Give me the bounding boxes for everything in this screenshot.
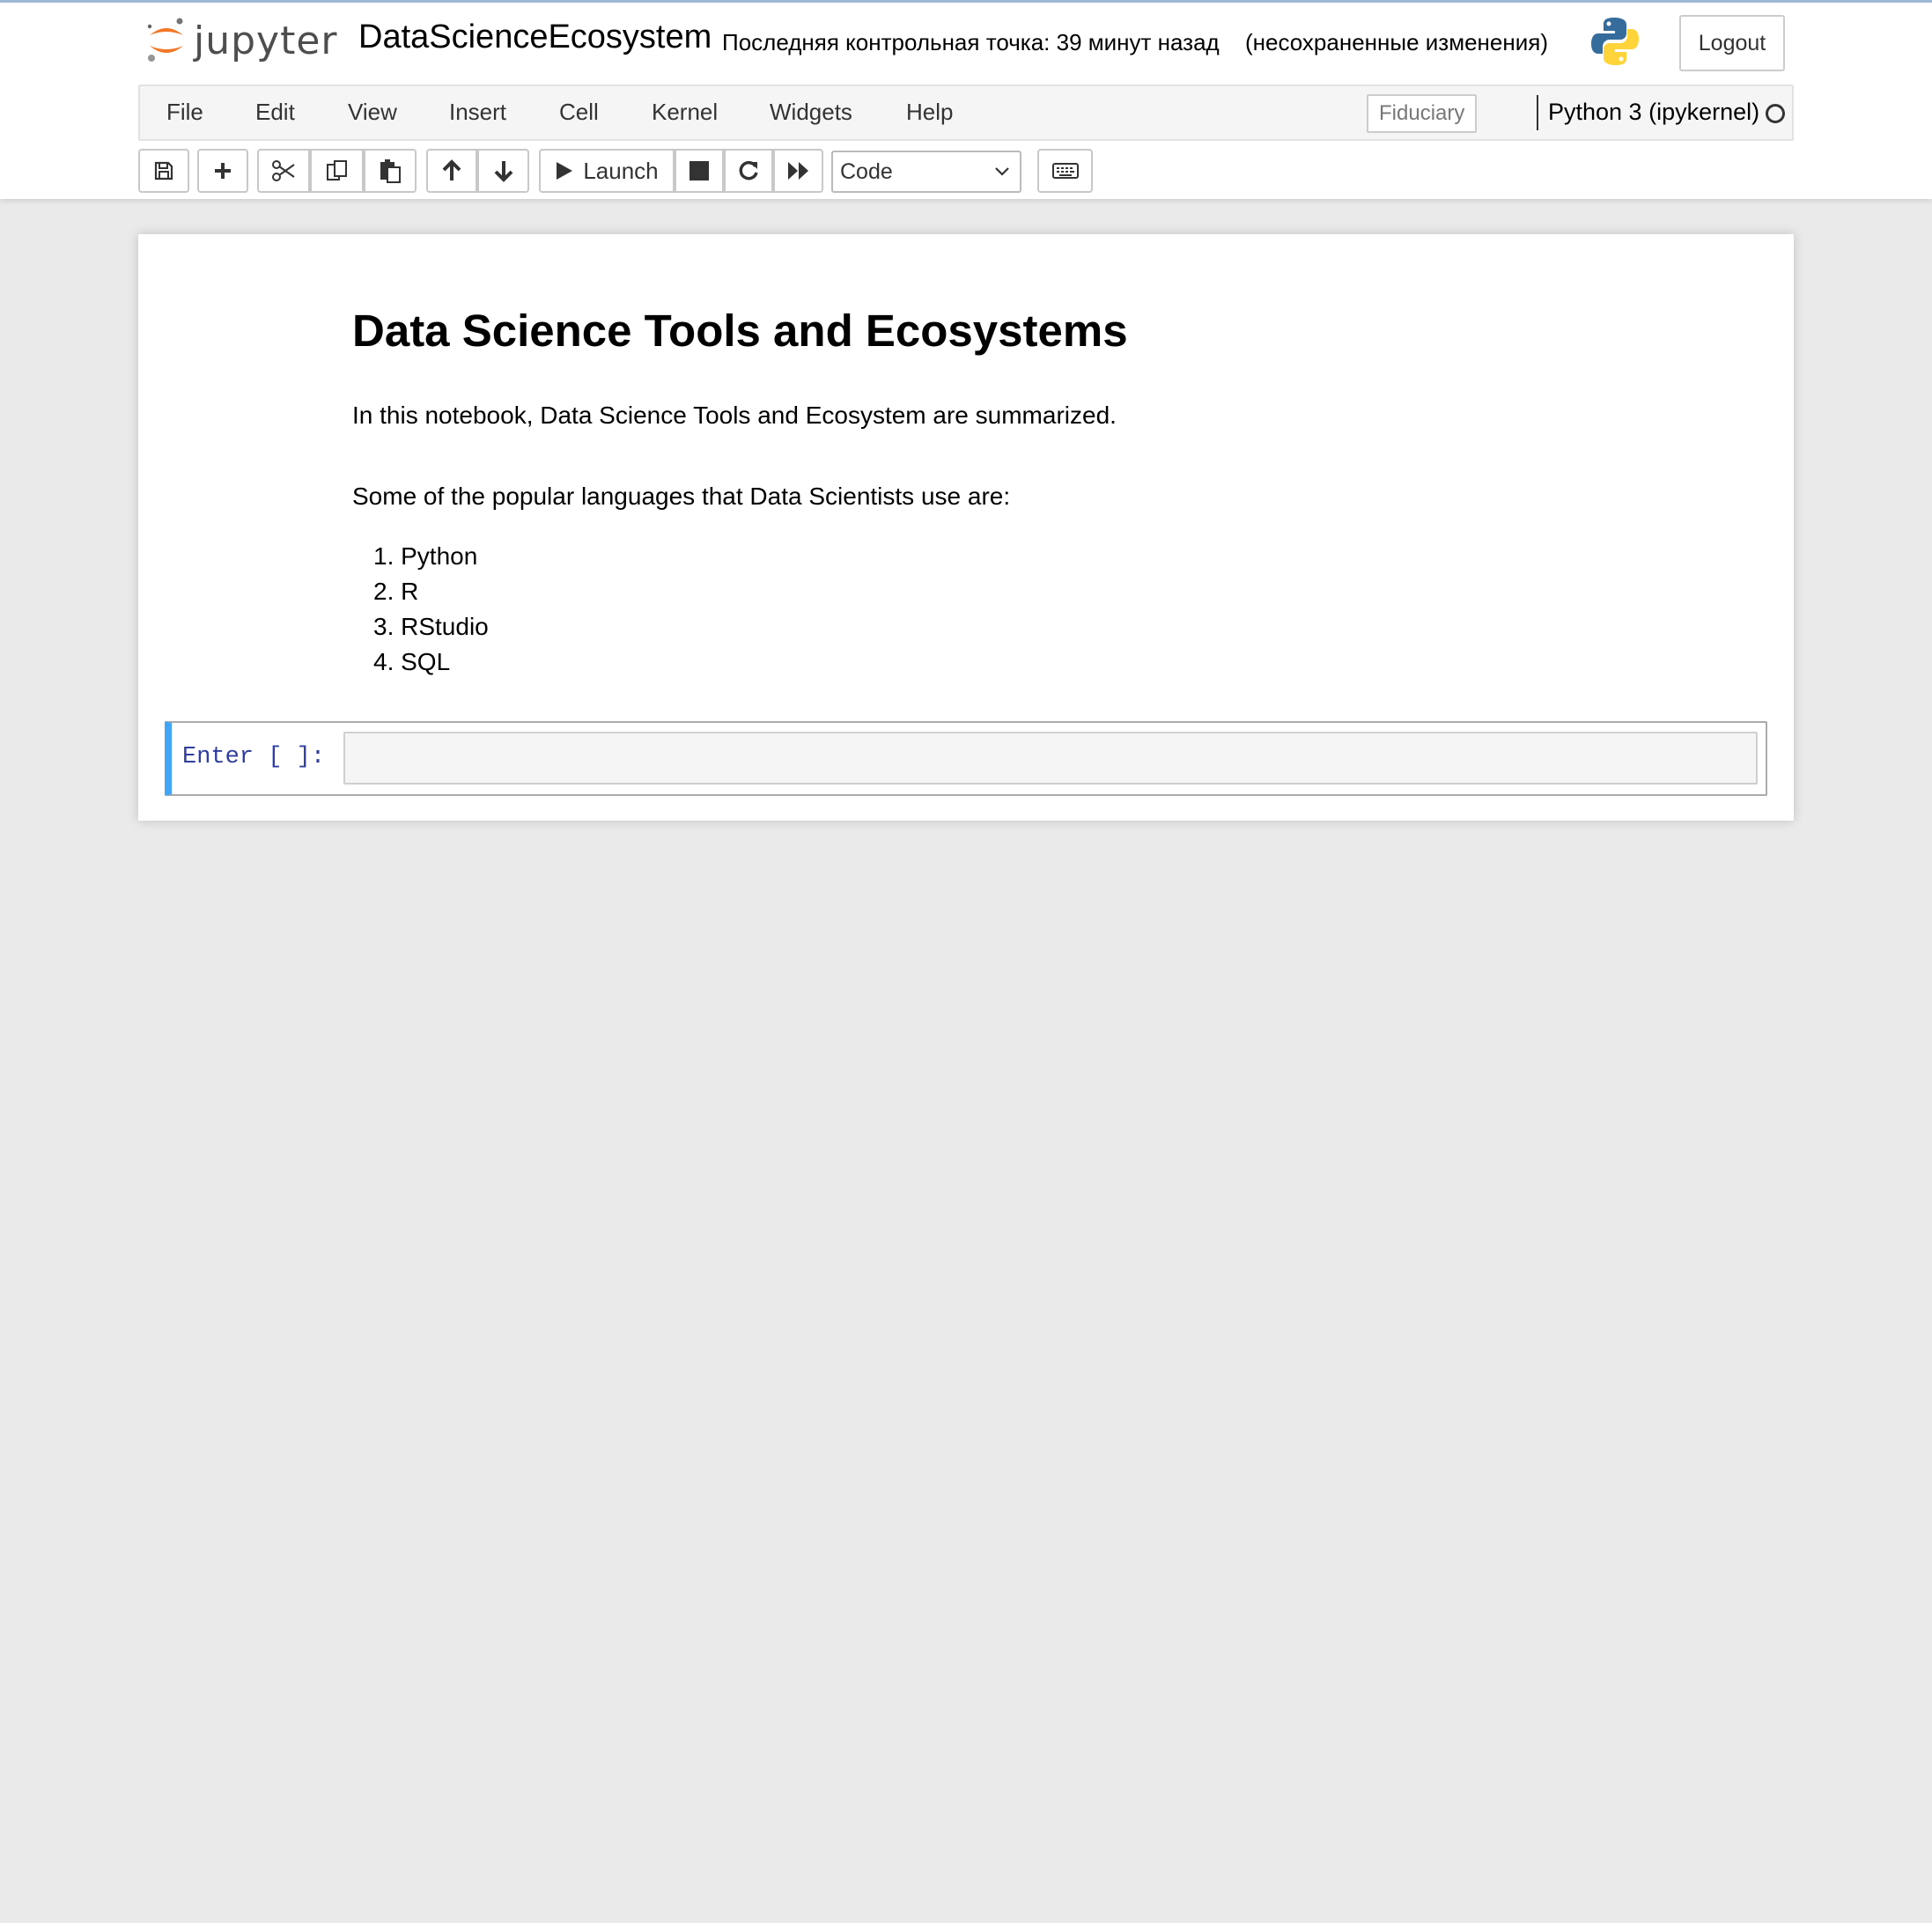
python-logo-icon (1589, 15, 1641, 72)
logout-button[interactable]: Logout (1679, 15, 1785, 71)
copy-icon (326, 160, 347, 181)
restart-button[interactable] (724, 149, 773, 193)
menu-help[interactable]: Help (906, 99, 953, 126)
chevron-down-icon (995, 167, 1009, 176)
cell-type-value: Code (840, 158, 893, 184)
plus-icon (215, 163, 231, 179)
run-button-label: Launch (583, 157, 659, 184)
menu-view[interactable]: View (348, 99, 397, 126)
autosave-status: (несохраненные изменения) (1245, 29, 1548, 55)
menu-insert[interactable]: Insert (449, 99, 506, 126)
list-item: 3. RStudio (373, 613, 489, 640)
menu-widgets[interactable]: Widgets (770, 99, 852, 126)
menu-kernel[interactable]: Kernel (652, 99, 718, 126)
markdown-languages-intro: Some of the popular languages that Data … (352, 483, 1011, 510)
cell-type-select[interactable]: Code (831, 151, 1021, 193)
code-cell[interactable]: Enter [ ]: (165, 721, 1767, 796)
menubar: File Edit View Insert Cell Kernel Widget… (138, 85, 1794, 141)
restart-icon (739, 160, 758, 181)
list-item: 4. SQL (373, 648, 451, 675)
list-item: 2. R (373, 578, 419, 605)
insert-cell-button[interactable] (197, 149, 248, 193)
copy-button[interactable] (310, 149, 364, 193)
save-icon (154, 161, 173, 181)
move-up-button[interactable] (426, 149, 477, 193)
interrupt-button[interactable] (675, 149, 724, 193)
stop-icon (689, 161, 709, 181)
paste-button[interactable] (364, 149, 417, 193)
kernel-name[interactable]: Python 3 (ipykernel) (1548, 99, 1759, 126)
save-button[interactable] (138, 149, 189, 193)
jupyter-logo-text: jupyter (194, 18, 338, 63)
scissors-icon (272, 160, 295, 181)
notebook-container: Data Science Tools and Ecosystems In thi… (138, 234, 1794, 821)
code-cell-input[interactable] (343, 732, 1758, 785)
cut-button[interactable] (257, 149, 310, 193)
jupyter-logo[interactable]: jupyter (144, 15, 338, 66)
notebook-header: jupyter DataScienceEcosystem Последняя к… (0, 0, 1932, 199)
kernel-separator (1537, 95, 1538, 130)
markdown-intro: In this notebook, Data Science Tools and… (352, 402, 1117, 429)
menu-edit[interactable]: Edit (255, 99, 295, 126)
command-palette-button[interactable] (1037, 149, 1093, 193)
move-down-button[interactable] (477, 149, 529, 193)
menu-cell[interactable]: Cell (559, 99, 599, 126)
list-item: 1. Python (373, 542, 478, 570)
arrow-up-icon (442, 159, 461, 181)
run-button[interactable]: Launch (539, 149, 675, 193)
input-prompt: Enter [ ]: (182, 744, 326, 770)
fast-forward-icon (787, 162, 808, 180)
kernel-idle-indicator-icon (1766, 104, 1785, 123)
languages-list: 1. Python 2. R 3. RStudio 4. SQL (373, 539, 489, 680)
jupyter-logo-icon (147, 18, 183, 62)
play-icon (557, 162, 573, 180)
arrow-down-icon (494, 161, 512, 182)
keyboard-icon (1051, 163, 1079, 179)
markdown-title: Data Science Tools and Ecosystems (352, 306, 1128, 356)
menu-file[interactable]: File (166, 99, 203, 126)
checkpoint-status: Последняя контрольная точка: 39 минут на… (722, 29, 1220, 55)
paste-icon (380, 159, 401, 183)
notebook-name[interactable]: DataScienceEcosystem (358, 18, 712, 56)
trusted-indicator[interactable]: Fiduciary (1367, 94, 1478, 133)
restart-run-all-button[interactable] (773, 149, 823, 193)
